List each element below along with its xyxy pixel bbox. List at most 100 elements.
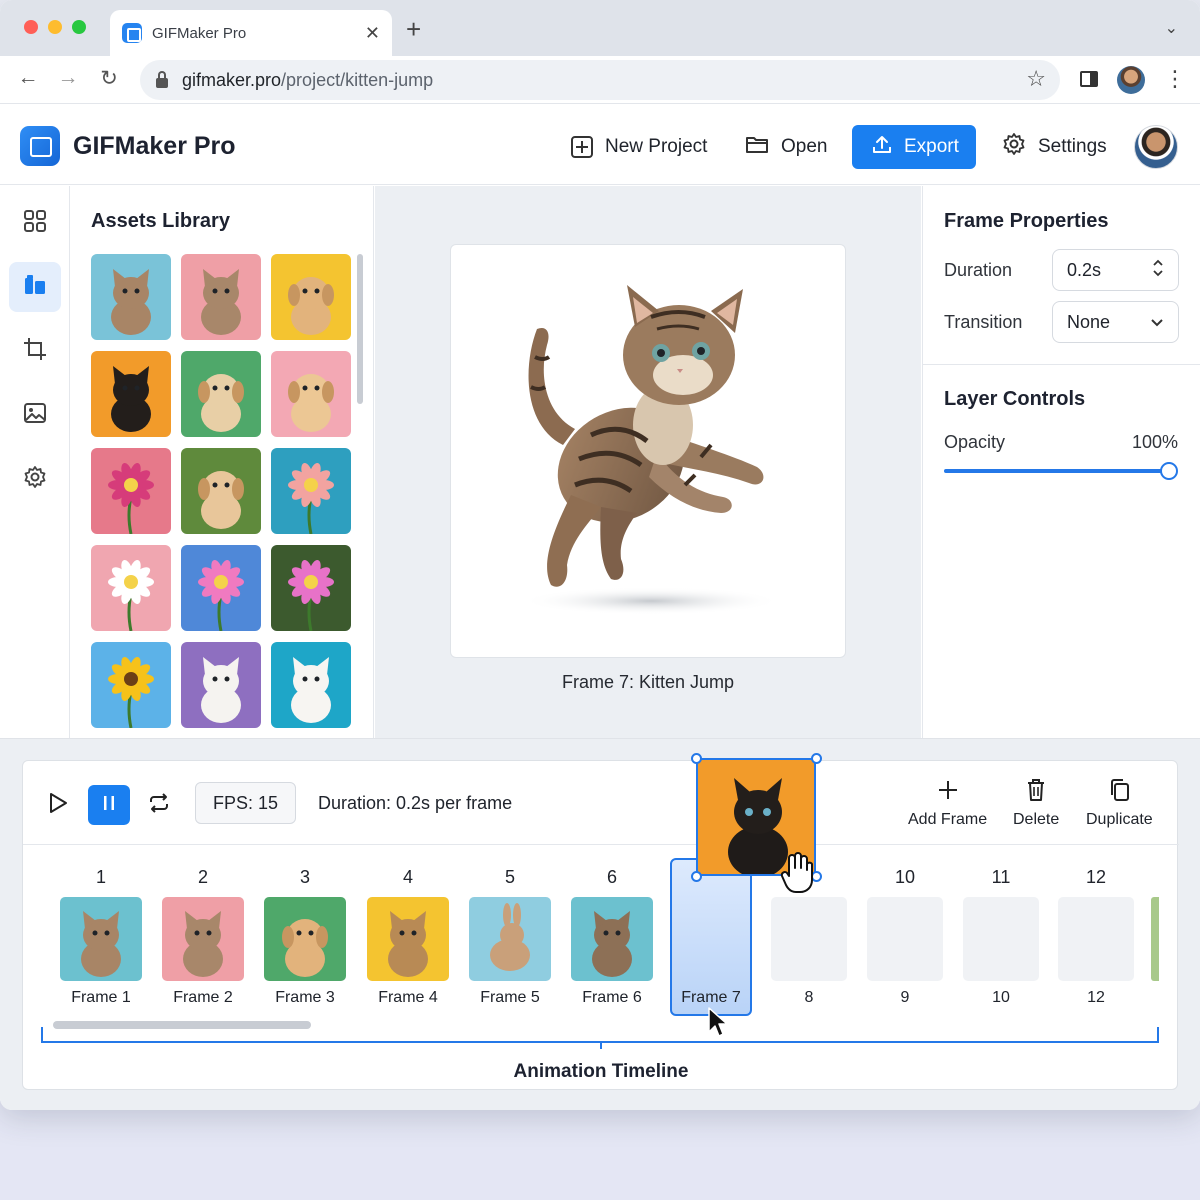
grid-icon — [23, 209, 47, 238]
duplicate-label: Duplicate — [1086, 811, 1153, 828]
frame-thumbnail[interactable] — [264, 897, 346, 981]
frame-thumbnail[interactable] — [60, 897, 142, 981]
new-tab-button[interactable]: + — [406, 14, 421, 45]
rail-item-images[interactable] — [9, 390, 61, 440]
fps-indicator[interactable]: FPS: 15 — [195, 782, 297, 824]
asset-thumbnail-flower-pink-blue[interactable] — [181, 545, 261, 631]
export-button[interactable]: Export — [852, 125, 976, 169]
tab-search-icon[interactable]: ⌄ — [1165, 18, 1178, 38]
asset-thumbnail-kitten-black-orange[interactable] — [91, 351, 171, 437]
delete-label: Delete — [1013, 811, 1060, 828]
frame-number: 1 — [95, 867, 106, 887]
browser-menu-icon[interactable]: ⋮ — [1164, 66, 1186, 92]
close-window-button[interactable] — [24, 20, 38, 34]
address-bar[interactable]: gifmaker.pro/project/kitten-jump ☆ — [140, 60, 1060, 100]
close-tab-icon[interactable]: ✕ — [365, 23, 380, 44]
asset-thumbnail-cat-white-purple[interactable] — [181, 642, 261, 728]
frame-properties-title: Frame Properties — [944, 210, 1109, 232]
app-title: GIFMaker Pro — [73, 132, 236, 160]
pause-button[interactable] — [88, 785, 130, 825]
frame-thumbnail[interactable] — [571, 897, 653, 981]
resize-handle-top-right[interactable] — [811, 753, 822, 764]
asset-thumbnail-kitten-tabby-blue[interactable] — [91, 254, 171, 340]
browser-tab[interactable]: GIFMaker Pro ✕ — [110, 10, 392, 56]
forward-button[interactable]: → — [54, 66, 82, 90]
opacity-label: Opacity — [944, 432, 1006, 452]
plus-box-icon — [571, 136, 593, 158]
asset-thumbnail-kitten-white-teal[interactable] — [271, 642, 351, 728]
settings-button[interactable]: Settings — [1002, 125, 1107, 169]
layer-controls-title: Layer Controls — [944, 388, 1086, 410]
asset-thumbnail-puppy-green[interactable] — [181, 351, 261, 437]
browser-toolbar: ← → ↻ gifmaker.pro/project/kitten-jump ☆… — [0, 56, 1200, 104]
duration-input[interactable]: 0.2s — [1052, 249, 1179, 291]
timeline-bracket-tick — [600, 1041, 602, 1049]
delete-frame-button[interactable]: Delete — [1013, 777, 1059, 829]
new-project-button[interactable]: New Project — [571, 125, 707, 169]
gear-icon — [23, 465, 47, 494]
grab-cursor-icon — [780, 852, 813, 893]
asset-thumbnail-flower-daisy-pink[interactable] — [91, 545, 171, 631]
asset-thumbnail-puppy-pink[interactable] — [271, 351, 351, 437]
asset-thumbnail-puppy-grass[interactable] — [181, 448, 261, 534]
maximize-window-button[interactable] — [72, 20, 86, 34]
add-frame-label: Add Frame — [908, 811, 988, 828]
side-panel-icon[interactable] — [1080, 71, 1098, 87]
next-frame-peek[interactable] — [1151, 897, 1159, 981]
asset-thumbnail-flower-peony-teal[interactable] — [271, 448, 351, 534]
canvas-area: Frame 7: Kitten Jump — [375, 186, 921, 738]
properties-panel: Frame Properties Duration 0.2s Transitio… — [922, 186, 1200, 738]
canvas-preview[interactable] — [450, 244, 846, 658]
reload-button[interactable]: ↻ — [95, 66, 123, 91]
play-icon — [48, 792, 68, 819]
timeline-duration: Duration: 0.2s per frame — [318, 793, 513, 813]
rail-item-crop[interactable] — [9, 326, 61, 376]
minimize-window-button[interactable] — [48, 20, 62, 34]
browser-profile-avatar[interactable] — [1117, 66, 1145, 94]
asset-thumbnail-kitten-tabby-pink[interactable] — [181, 254, 261, 340]
rail-item-dashboard[interactable] — [9, 198, 61, 248]
image-icon — [23, 401, 47, 430]
empty-frame-slot[interactable] — [1058, 897, 1134, 981]
bookmark-star-icon[interactable]: ☆ — [1026, 66, 1046, 92]
open-button[interactable]: Open — [745, 125, 827, 169]
resize-handle-bottom-left[interactable] — [691, 871, 702, 882]
transition-value: None — [1067, 311, 1111, 332]
assets-scrollbar[interactable] — [357, 254, 363, 404]
asset-thumbnail-sunflower[interactable] — [91, 642, 171, 728]
user-avatar[interactable] — [1134, 125, 1178, 169]
back-button[interactable]: ← — [14, 66, 42, 90]
frame-thumbnail[interactable] — [367, 897, 449, 981]
frame-thumbnail[interactable] — [469, 897, 551, 981]
opacity-slider-track[interactable] — [944, 469, 1170, 473]
frame-label: Frame 4 — [378, 989, 438, 1006]
library-icon — [23, 273, 47, 302]
stepper-icon[interactable] — [1152, 256, 1164, 285]
empty-frame-slot[interactable] — [771, 897, 847, 981]
transition-select[interactable]: None — [1052, 301, 1179, 343]
opacity-slider-handle[interactable] — [1160, 462, 1178, 480]
empty-frame-slot[interactable] — [963, 897, 1039, 981]
properties-divider — [923, 364, 1200, 365]
frame-label: Frame 1 — [71, 989, 131, 1006]
loop-button[interactable] — [138, 785, 180, 825]
gear-icon — [1002, 132, 1026, 162]
asset-thumbnail-puppy-yellow[interactable] — [271, 254, 351, 340]
canvas-caption: Frame 7: Kitten Jump — [561, 672, 735, 692]
folder-icon — [745, 134, 769, 160]
rail-item-settings[interactable] — [9, 454, 61, 504]
asset-thumbnail-flower-pink-dahlia[interactable] — [91, 448, 171, 534]
play-button[interactable] — [37, 785, 79, 825]
rail-item-library[interactable] — [9, 262, 61, 312]
frame-label: Frame 7 — [681, 989, 741, 1006]
empty-frame-slot[interactable] — [867, 897, 943, 981]
open-label: Open — [781, 136, 828, 157]
add-frame-button[interactable]: Add Frame — [908, 777, 987, 829]
lock-icon — [156, 71, 168, 88]
settings-label: Settings — [1038, 136, 1107, 157]
asset-thumbnail-flower-cosmos[interactable] — [271, 545, 351, 631]
resize-handle-top-left[interactable] — [691, 753, 702, 764]
frame-thumbnail[interactable] — [162, 897, 244, 981]
app-header: GIFMaker Pro New Project Open Export Set… — [0, 105, 1200, 185]
duplicate-frame-button[interactable]: Duplicate — [1086, 777, 1153, 829]
